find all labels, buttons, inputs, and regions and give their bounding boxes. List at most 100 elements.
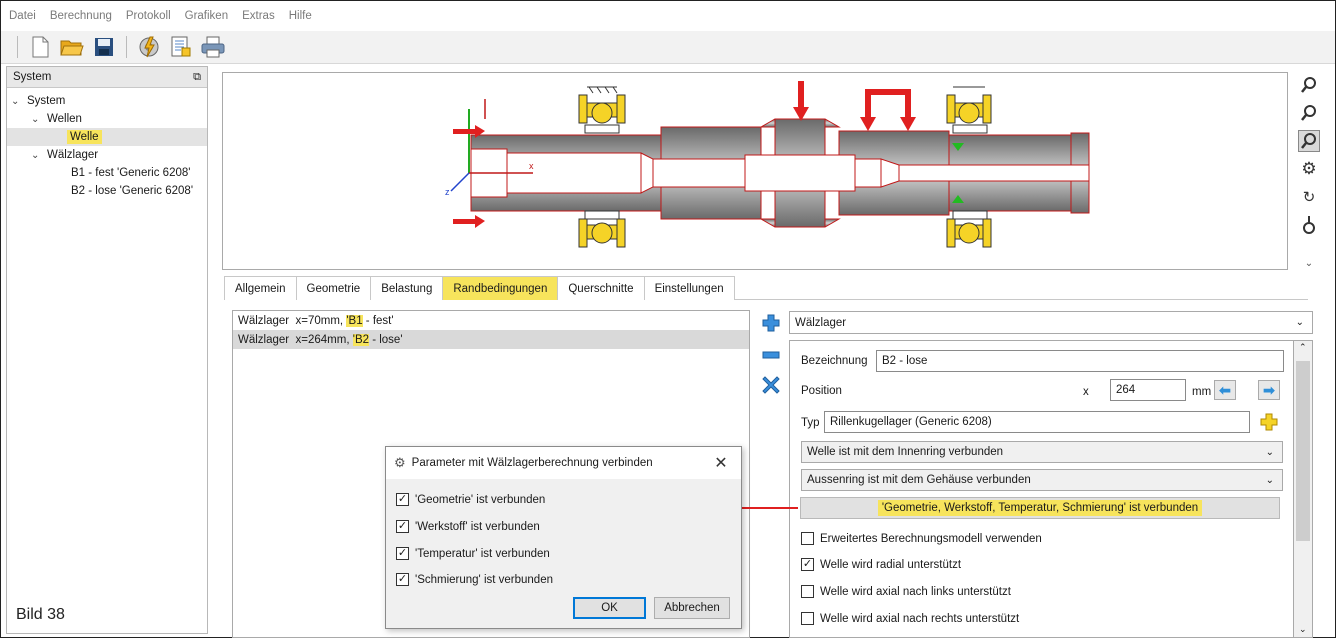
delete-x-icon [762,376,780,394]
expand-icon[interactable]: ⌄ [1298,252,1320,274]
tab-querschnitte[interactable]: Querschnitte [557,276,645,300]
checkbox-box-checked[interactable]: ✓ [396,520,409,533]
open-folder-icon[interactable] [60,35,84,59]
list-item-prefix: Wälzlager x=70mm, [238,314,347,327]
delete-button[interactable] [760,374,782,396]
cancel-button[interactable]: Abbrechen [654,597,730,619]
list-item-name-highlight: 'B2 [352,333,370,346]
chevron-down-icon[interactable]: ⌄ [31,114,41,125]
close-icon[interactable]: ✕ [711,453,731,473]
outer-ring-select[interactable]: Aussenring ist mit dem Gehäuse verbunden… [801,469,1283,491]
tab-belastung[interactable]: Belastung [370,276,444,300]
tree-item-welle[interactable]: Welle [7,128,207,146]
zoom-window-icon[interactable] [1298,130,1320,152]
list-item[interactable]: Wälzlager x=70mm, 'B1 - fest' [233,311,749,330]
menu-datei[interactable]: Datei [9,10,36,22]
zoom-fit-icon[interactable] [1298,74,1320,96]
dialog-check-werkstoff[interactable]: ✓ 'Werkstoff' ist verbunden [396,520,540,533]
properties-scrollbar[interactable]: ⌃ ⌄ [1293,340,1313,638]
list-item[interactable]: Wälzlager x=264mm, 'B2 - lose' [233,330,749,349]
dialog-check-geometrie[interactable]: ✓ 'Geometrie' ist verbunden [396,493,545,506]
checkbox-box[interactable] [801,585,814,598]
position-label: Position [801,385,842,397]
save-icon[interactable] [92,35,116,59]
chevron-down-icon[interactable]: ⌄ [31,150,41,161]
properties-panel: Bezeichnung B2 - lose Position x 264 mm … [789,340,1296,638]
tree-item-system[interactable]: ⌄ System [7,92,207,110]
tree-item-wellen[interactable]: ⌄ Wellen [7,110,207,128]
checkbox-label: Erweitertes Berechnungsmodell verwenden [820,532,1042,545]
bezeichnung-label: Bezeichnung [801,355,868,367]
settings-gear-icon[interactable]: ⚙ [1298,158,1320,180]
app-icon: ⚙ [394,455,406,470]
position-x-input[interactable]: 264 [1110,379,1186,401]
undock-icon[interactable]: ⧉ [193,71,201,84]
add-bearing-type-button[interactable] [1258,411,1280,433]
move-right-button[interactable]: ➡ [1258,380,1280,400]
connection-status-label: 'Geometrie, Werkstoff, Temperatur, Schmi… [877,500,1203,516]
tree-item-b2[interactable]: B2 - lose 'Generic 6208' [7,182,207,200]
new-file-icon[interactable] [28,35,52,59]
tab-einstellungen[interactable]: Einstellungen [643,276,735,300]
system-panel-header: System ⧉ [7,67,207,88]
scroll-up-icon[interactable]: ⌃ [1299,342,1307,353]
checkbox-label: Welle wird axial nach links unterstützt [820,585,1011,598]
tab-allgemein[interactable]: Allgemein [224,276,297,300]
bearing-type-input[interactable]: Rillenkugellager (Generic 6208) [824,411,1250,433]
tree-item-label: B2 - lose 'Generic 6208' [71,185,194,197]
list-item-name: B1 [348,314,363,327]
element-type-select[interactable]: Wälzlager ⌄ [789,311,1313,334]
arrow-left-icon: ⬅ [1219,381,1231,398]
bezeichnung-input[interactable]: B2 - lose [876,350,1284,372]
inner-ring-value: Welle ist mit dem Innenring verbunden [807,446,1004,458]
plus-icon [762,314,780,332]
ok-button[interactable]: OK [573,597,646,619]
tab-randbedingungen[interactable]: Randbedingungen [442,276,559,300]
scroll-down-icon[interactable]: ⌄ [1299,624,1307,635]
connection-status-button[interactable]: 'Geometrie, Werkstoff, Temperatur, Schmi… [800,497,1280,519]
arrow-right-icon: ➡ [1263,381,1275,398]
checkbox-axial-rechts[interactable]: Welle wird axial nach rechts unterstützt [801,612,1019,625]
dialog-check-schmierung[interactable]: ✓ 'Schmierung' ist verbunden [396,573,553,586]
remove-button[interactable] [760,344,782,366]
view-toolbar: ⚙ ↻ ⌄ [1294,74,1324,274]
chevron-down-icon[interactable]: ⌄ [11,96,21,107]
chevron-down-icon: ⌄ [1265,474,1274,486]
scrollbar-thumb[interactable] [1296,361,1310,541]
tree-item-label: B1 - fest 'Generic 6208' [71,167,191,179]
report-icon[interactable] [169,35,193,59]
dialog-check-temperatur[interactable]: ✓ 'Temperatur' ist verbunden [396,547,550,560]
tree-item-label: Wälzlager [47,149,99,161]
element-type-value: Wälzlager [795,316,847,329]
rotate-icon[interactable]: ↻ [1298,186,1320,208]
menu-extras[interactable]: Extras [242,10,275,22]
checkbox-box-checked[interactable]: ✓ [801,558,814,571]
checkbox-erweitert[interactable]: Erweitertes Berechnungsmodell verwenden [801,532,1042,545]
menu-hilfe[interactable]: Hilfe [289,10,312,22]
checkbox-box-checked[interactable]: ✓ [396,493,409,506]
shaft-viewer[interactable]: x z [222,72,1288,270]
list-item-name-highlight: 'B1 [346,314,363,327]
print-icon[interactable] [201,35,225,59]
calculate-icon[interactable] [137,35,161,59]
checkbox-box-checked[interactable]: ✓ [396,573,409,586]
tree-item-b1[interactable]: B1 - fest 'Generic 6208' [7,164,207,182]
checkbox-label: 'Schmierung' ist verbunden [415,573,553,586]
checkbox-box-checked[interactable]: ✓ [396,547,409,560]
tree-item-waelzlager[interactable]: ⌄ Wälzlager [7,146,207,164]
checkbox-axial-links[interactable]: Welle wird axial nach links unterstützt [801,585,1011,598]
checkbox-box[interactable] [801,612,814,625]
checkbox-label: 'Temperatur' ist verbunden [415,547,550,560]
menu-protokoll[interactable]: Protokoll [126,10,171,22]
menu-berechnung[interactable]: Berechnung [50,10,112,22]
move-left-button[interactable]: ⬅ [1214,380,1236,400]
add-button[interactable] [760,312,782,334]
checkbox-box[interactable] [801,532,814,545]
inner-ring-select[interactable]: Welle ist mit dem Innenring verbunden ⌄ [801,441,1283,463]
bearing-icon[interactable] [1298,214,1320,236]
zoom-icon[interactable] [1298,102,1320,124]
checkbox-radial[interactable]: ✓ Welle wird radial unterstützt [801,558,961,571]
tab-geometrie[interactable]: Geometrie [295,276,372,300]
checkbox-label: 'Geometrie' ist verbunden [415,493,546,506]
menu-grafiken[interactable]: Grafiken [185,10,228,22]
